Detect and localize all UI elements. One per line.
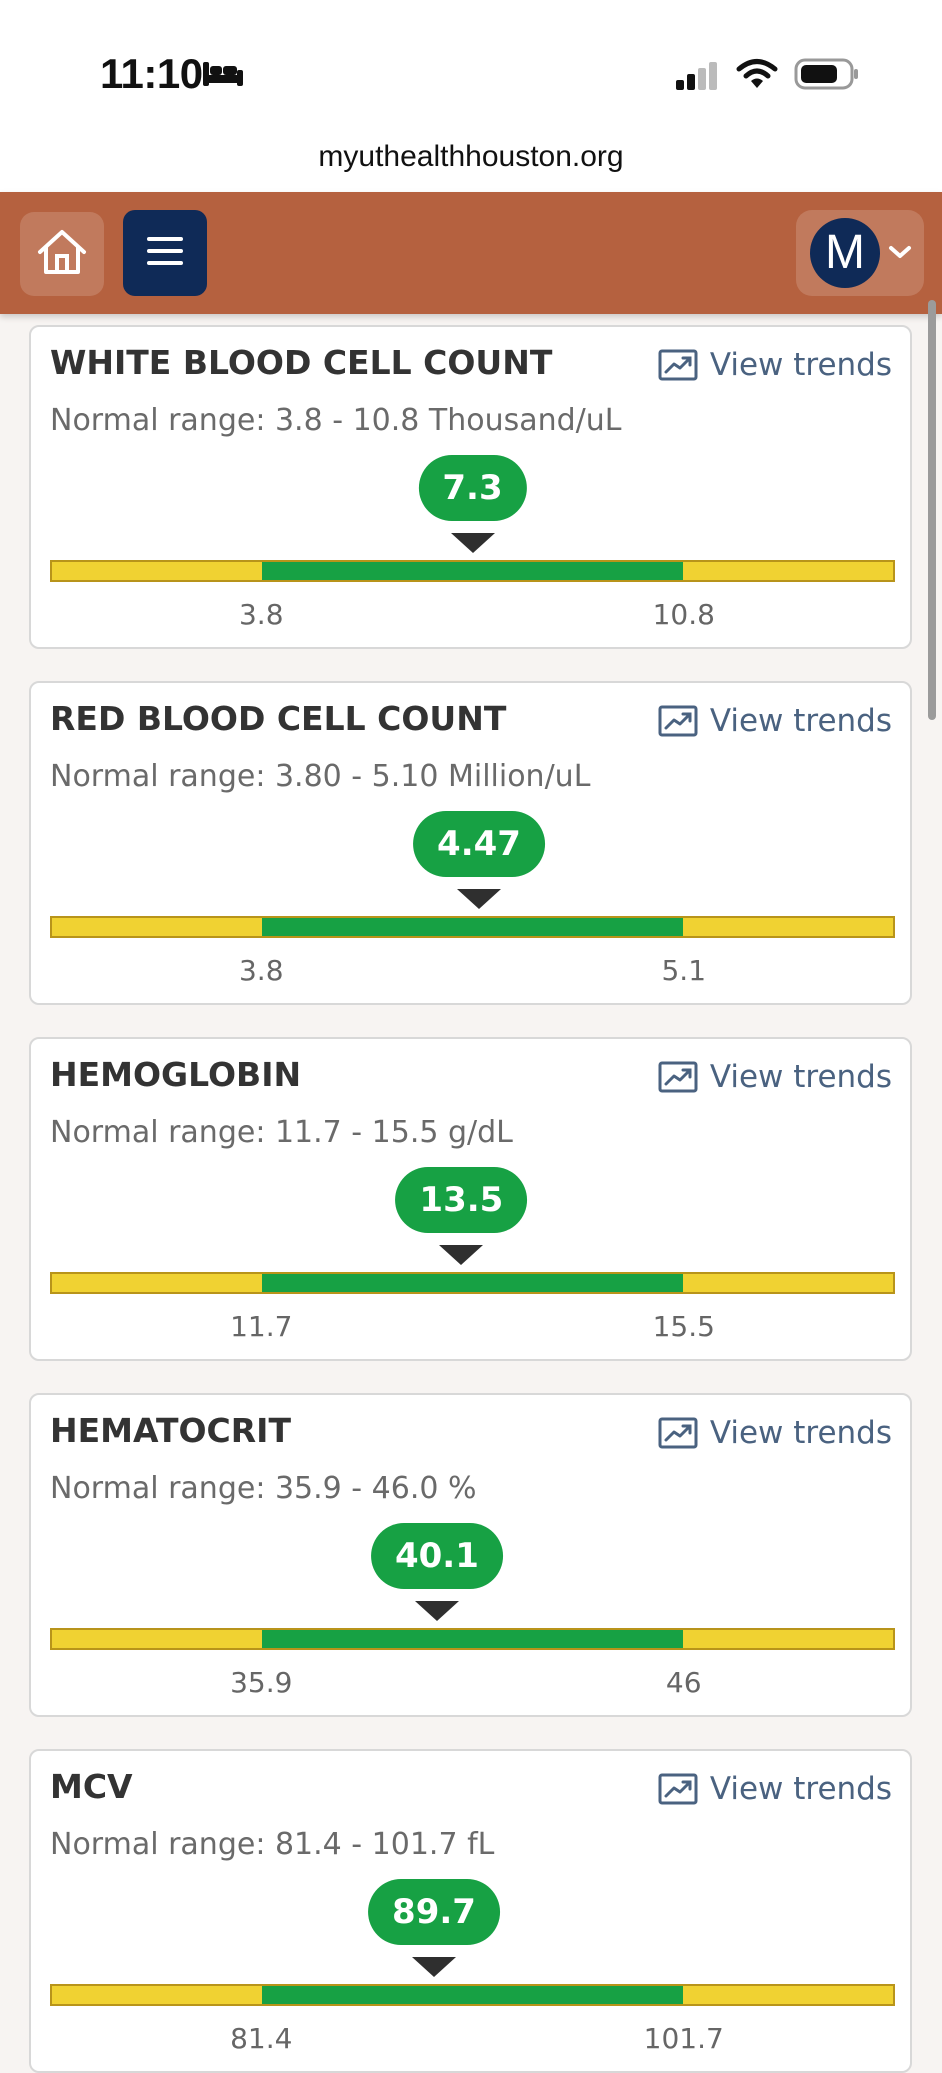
home-button[interactable] (20, 212, 104, 296)
view-trends-link[interactable]: View trends (658, 703, 892, 739)
view-trends-link[interactable]: View trends (658, 1771, 892, 1807)
result-value-badge: 13.5 (395, 1167, 528, 1233)
normal-range-text: Normal range: 3.80 - 5.10 Million/uL (50, 759, 591, 794)
trend-chart-icon (658, 1061, 698, 1093)
trend-chart-icon (658, 349, 698, 381)
view-trends-link[interactable]: View trends (658, 1059, 892, 1095)
trend-chart-icon (658, 705, 698, 737)
normal-range-text: Normal range: 35.9 - 46.0 % (50, 1471, 477, 1506)
page-scrollbar[interactable] (928, 300, 936, 720)
lab-result-card: MCV View trends Normal range: 81.4 - 101… (29, 1749, 912, 2073)
home-icon (36, 228, 88, 280)
view-trends-link[interactable]: View trends (658, 1415, 892, 1451)
range-bar (50, 1628, 895, 1650)
view-trends-label: View trends (709, 347, 892, 383)
view-trends-label: View trends (709, 1415, 892, 1451)
lab-result-card: HEMOGLOBIN View trends Normal range: 11.… (29, 1037, 912, 1361)
range-bar (50, 1984, 895, 2006)
lab-result-card: WHITE BLOOD CELL COUNT View trends Norma… (29, 325, 912, 649)
normal-range-text: Normal range: 3.8 - 10.8 Thousand/uL (50, 403, 622, 438)
account-menu-button[interactable]: M (796, 210, 924, 296)
range-bar (50, 1272, 895, 1294)
chevron-down-icon (888, 244, 912, 264)
result-title: HEMATOCRIT (50, 1411, 291, 1450)
wifi-icon (736, 58, 778, 94)
range-low-label: 81.4 (230, 2022, 293, 2055)
trend-chart-icon (658, 1417, 698, 1449)
range-high-label: 46 (665, 1666, 702, 1699)
range-low-label: 35.9 (230, 1666, 293, 1699)
range-low-label: 3.8 (238, 954, 284, 987)
normal-range-text: Normal range: 11.7 - 15.5 g/dL (50, 1115, 513, 1150)
range-high-label: 5.1 (661, 954, 707, 987)
status-bar: 11:10 myuthealthhouston.org (0, 0, 942, 192)
range-bar-normal-segment (262, 1630, 683, 1648)
range-high-label: 15.5 (652, 1310, 715, 1343)
range-bar-normal-segment (262, 918, 683, 936)
sleep-focus-icon (202, 60, 244, 92)
result-title: MCV (50, 1767, 133, 1806)
result-value-badge: 4.47 (413, 811, 545, 877)
result-title: HEMOGLOBIN (50, 1055, 302, 1094)
trend-chart-icon (658, 1773, 698, 1805)
value-pointer (414, 1601, 459, 1621)
result-value-badge: 40.1 (370, 1523, 503, 1589)
range-bar-normal-segment (262, 1986, 683, 2004)
view-trends-label: View trends (709, 1771, 892, 1807)
value-pointer (411, 1957, 456, 1977)
lab-result-card: RED BLOOD CELL COUNT View trends Normal … (29, 681, 912, 1005)
result-value-badge: 89.7 (368, 1879, 500, 1945)
avatar: M (810, 218, 880, 288)
value-pointer (457, 889, 501, 909)
range-bar-normal-segment (262, 562, 683, 580)
range-bar-normal-segment (262, 1274, 683, 1292)
value-pointer (450, 533, 495, 553)
menu-button[interactable] (123, 210, 207, 296)
lab-result-card: HEMATOCRIT View trends Normal range: 35.… (29, 1393, 912, 1717)
cellular-signal-icon (674, 60, 720, 94)
value-pointer (439, 1245, 484, 1265)
result-value-badge: 7.3 (418, 455, 527, 521)
range-low-label: 3.8 (238, 598, 284, 631)
hamburger-menu-icon (145, 234, 185, 272)
url-bar[interactable]: myuthealthhouston.org (0, 140, 942, 174)
status-time: 11:10 (100, 50, 203, 97)
app-header: M (0, 192, 942, 314)
view-trends-label: View trends (709, 703, 892, 739)
range-low-label: 11.7 (230, 1310, 293, 1343)
result-title: RED BLOOD CELL COUNT (50, 699, 507, 738)
range-bar (50, 560, 895, 582)
normal-range-text: Normal range: 81.4 - 101.7 fL (50, 1827, 495, 1862)
range-high-label: 10.8 (652, 598, 715, 631)
range-high-label: 101.7 (643, 2022, 724, 2055)
range-bar (50, 916, 895, 938)
view-trends-label: View trends (709, 1059, 892, 1095)
view-trends-link[interactable]: View trends (658, 347, 892, 383)
battery-icon (794, 58, 860, 94)
result-title: WHITE BLOOD CELL COUNT (50, 343, 553, 382)
